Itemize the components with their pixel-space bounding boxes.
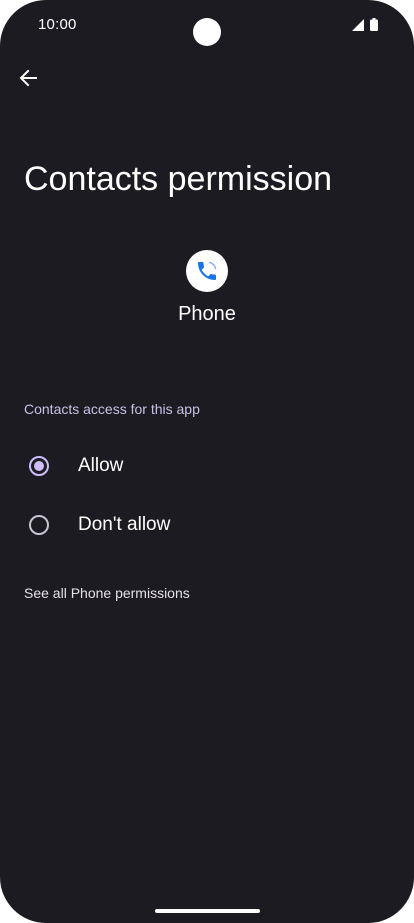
back-button[interactable] (10, 60, 46, 96)
allow-option[interactable]: Allow (0, 440, 414, 492)
battery-icon (370, 18, 378, 31)
status-bar: 10:00 (0, 0, 414, 52)
cellular-signal-icon (352, 18, 364, 31)
phone-icon (198, 261, 217, 280)
app-name: Phone (178, 303, 236, 325)
gesture-nav-handle[interactable] (155, 909, 260, 913)
device-screen: 10:00 Contacts permission Phone Contacts… (0, 0, 414, 923)
allow-label: Allow (78, 455, 124, 476)
camera-cutout (193, 18, 221, 46)
dont-allow-option[interactable]: Don't allow (0, 499, 414, 551)
dont-allow-radio-button[interactable] (29, 515, 49, 535)
dont-allow-label: Don't allow (78, 514, 171, 535)
allow-radio-button[interactable] (29, 456, 49, 476)
arrow-back-icon (19, 69, 37, 87)
status-time: 10:00 (38, 16, 77, 33)
app-icon (186, 250, 228, 292)
page-title: Contacts permission (24, 160, 333, 198)
see-all-permissions-link[interactable]: See all Phone permissions (24, 585, 190, 601)
status-icons (352, 18, 378, 31)
section-header: Contacts access for this app (24, 401, 200, 417)
